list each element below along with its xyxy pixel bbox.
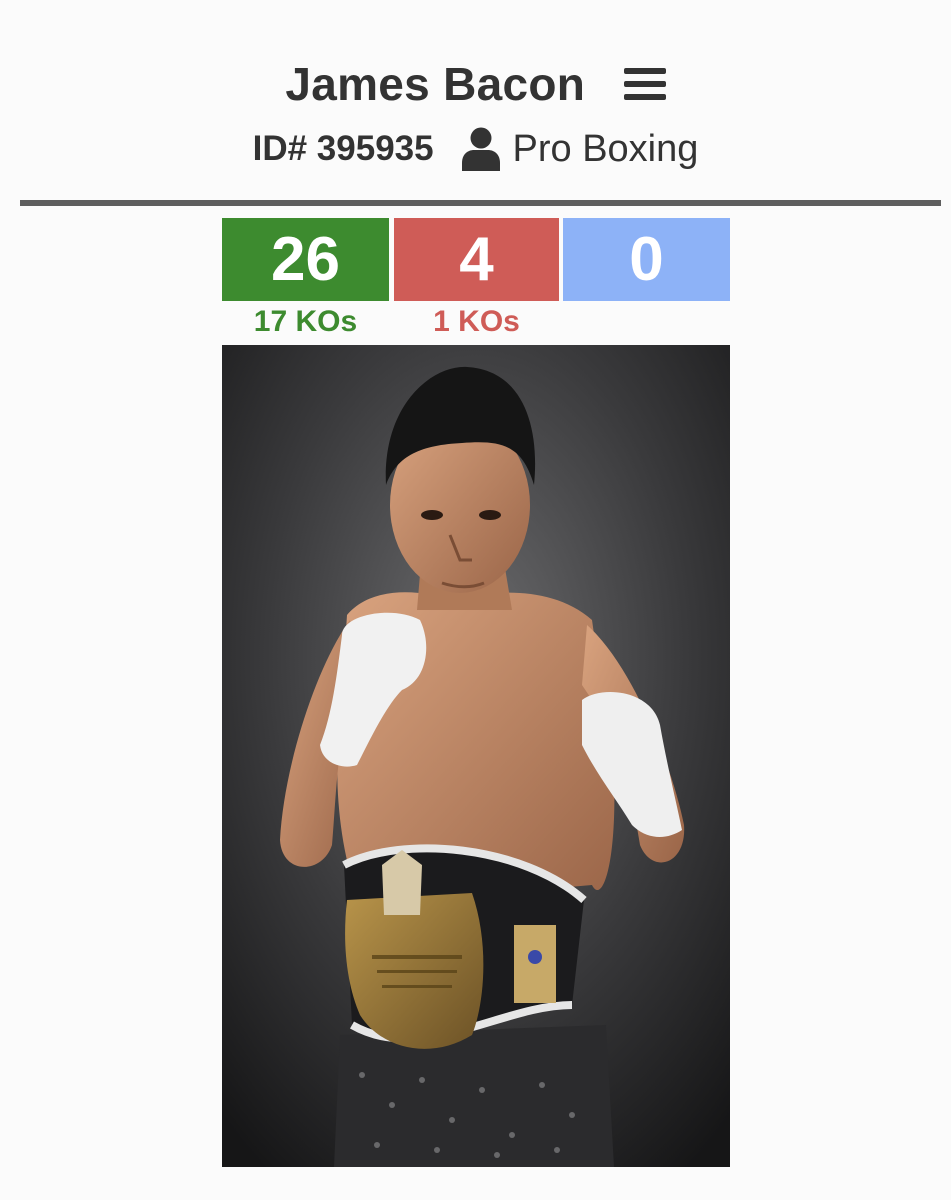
profile-header: James Bacon ID# 395935 Pro Boxing (0, 0, 951, 200)
person-icon (462, 127, 501, 171)
title-row: James Bacon (0, 52, 951, 116)
wins-kos: 17 KOs (253, 305, 358, 338)
record-summary: 26 4 0 (222, 218, 730, 301)
header-divider (20, 200, 941, 206)
boxer-profile-page: James Bacon ID# 395935 Pro Boxing 26 4 0… (0, 0, 951, 1200)
losses-kos: 1 KOs (433, 305, 520, 338)
draws-count: 0 (563, 218, 730, 301)
subtitle-row: ID# 395935 Pro Boxing (0, 122, 951, 176)
boxer-photo (222, 345, 730, 1167)
ko-summary: 17 KOs 1 KOs (222, 302, 730, 342)
losses-count: 4 (394, 218, 559, 301)
boxer-id: ID# 395935 (252, 129, 434, 168)
wins-count: 26 (222, 218, 389, 301)
boxer-name: James Bacon (285, 58, 586, 110)
sport-label: Pro Boxing (512, 128, 699, 170)
hamburger-menu-icon[interactable] (623, 64, 666, 104)
